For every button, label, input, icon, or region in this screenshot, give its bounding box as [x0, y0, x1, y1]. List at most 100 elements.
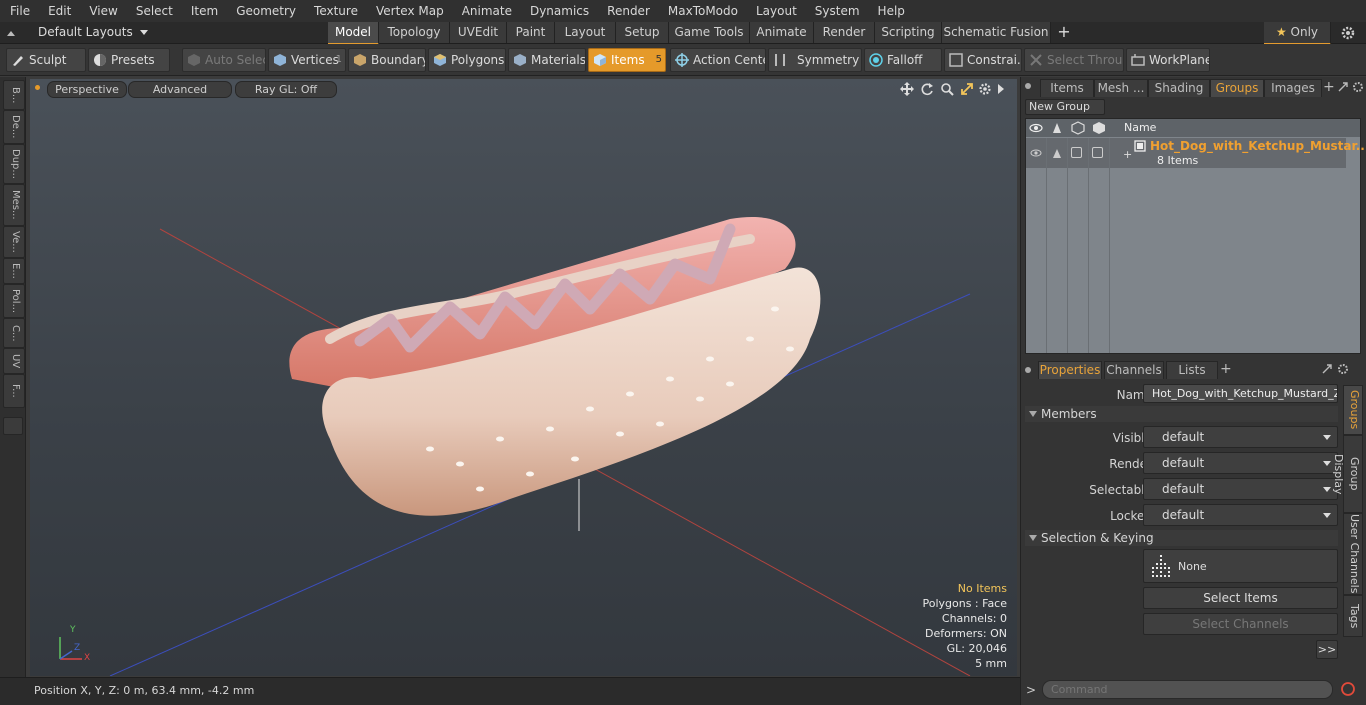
more-button[interactable]: >>	[1316, 640, 1338, 659]
side-tab-user-channels[interactable]: User Channels	[1343, 513, 1363, 595]
menu-edit[interactable]: Edit	[38, 0, 79, 22]
tab-channels[interactable]: Channels	[1104, 361, 1164, 379]
menu-geometry[interactable]: Geometry	[226, 0, 304, 22]
menu-select[interactable]: Select	[126, 0, 181, 22]
row-selectable-checkbox[interactable]	[1071, 147, 1082, 158]
tab-scripting[interactable]: Scripting	[875, 22, 942, 43]
side-tab-group-display[interactable]: Group Display	[1332, 435, 1363, 513]
group-name-field[interactable]: Hot_Dog_with_Ketchup_Mustard_Zigz	[1143, 384, 1338, 403]
visible-dropdown[interactable]: default	[1143, 426, 1338, 448]
left-tabs-toggle[interactable]	[3, 417, 23, 435]
tab-lists[interactable]: Lists	[1166, 361, 1218, 379]
items-button[interactable]: Items 5	[588, 48, 666, 72]
new-group-button[interactable]: New Group	[1025, 99, 1105, 115]
tab-layout[interactable]: Layout	[555, 22, 616, 43]
tab-game-tools[interactable]: Game Tools	[669, 22, 750, 43]
left-tab-duplicate[interactable]: Dup...	[3, 144, 25, 184]
boundary-button[interactable]: Boundary	[348, 48, 426, 72]
3d-viewport[interactable]: Perspective Advanced Ray GL: Off No Item…	[30, 79, 1017, 676]
action-center-button[interactable]: Action Center	[670, 48, 766, 72]
vertices-button[interactable]: Vertices 1	[268, 48, 346, 72]
record-icon[interactable]	[1340, 681, 1356, 697]
tab-schematic-fusion[interactable]: Schematic Fusion	[942, 22, 1051, 43]
select-through-button[interactable]: Select Through	[1024, 48, 1124, 72]
menu-render[interactable]: Render	[597, 0, 658, 22]
selectable-column-icon[interactable]	[1071, 121, 1085, 135]
tab-animate[interactable]: Animate	[750, 22, 814, 43]
tab-paint[interactable]: Paint	[507, 22, 555, 43]
presets-button[interactable]: Presets	[88, 48, 170, 72]
polygons-button[interactable]: Polygons	[428, 48, 506, 72]
side-tab-groups[interactable]: Groups	[1343, 385, 1363, 435]
members-section-header[interactable]: Members	[1025, 406, 1338, 422]
left-tab-deform[interactable]: De...	[3, 110, 25, 144]
falloff-button[interactable]: Falloff	[864, 48, 942, 72]
hot-dog-model[interactable]	[289, 217, 821, 516]
tab-model[interactable]: Model	[328, 22, 379, 45]
eye-column-icon[interactable]	[1029, 121, 1043, 135]
selection-keying-section-header[interactable]: Selection & Keying	[1025, 530, 1338, 546]
tab-uvedit[interactable]: UVEdit	[450, 22, 507, 43]
command-input[interactable]	[1042, 680, 1333, 699]
left-tab-basic[interactable]: B...	[3, 80, 25, 110]
menu-layout[interactable]: Layout	[746, 0, 805, 22]
left-tab-vertex[interactable]: Ve...	[3, 226, 25, 258]
tab-properties[interactable]: Properties	[1038, 361, 1102, 379]
tab-groups[interactable]: Groups	[1210, 79, 1264, 97]
add-tab-icon[interactable]: +	[1056, 23, 1072, 41]
left-tab-fusion[interactable]: F...	[3, 374, 25, 408]
select-channels-button[interactable]: Select Channels	[1143, 613, 1338, 635]
tab-images[interactable]: Images	[1264, 79, 1322, 97]
left-tab-polygon[interactable]: Pol...	[3, 284, 25, 318]
layout-selector[interactable]: Default Layouts	[38, 22, 148, 43]
menu-animate[interactable]: Animate	[452, 0, 520, 22]
locked-dropdown[interactable]: default	[1143, 504, 1338, 526]
menu-vertex-map[interactable]: Vertex Map	[366, 0, 452, 22]
panel-expand-icon[interactable]	[1338, 82, 1348, 92]
row-render-icon[interactable]	[1050, 146, 1064, 160]
tab-topology[interactable]: Topology	[379, 22, 450, 43]
none-selection-button[interactable]: None	[1143, 549, 1338, 583]
sculpt-button[interactable]: Sculpt	[6, 48, 86, 72]
lock-column-icon[interactable]	[1092, 121, 1106, 135]
selectable-dropdown[interactable]: default	[1143, 478, 1338, 500]
tab-render[interactable]: Render	[814, 22, 875, 43]
menu-dynamics[interactable]: Dynamics	[520, 0, 597, 22]
group-row[interactable]: + Hot_Dog_with_Ketchup_Mustar... 8 Items	[1026, 138, 1366, 168]
left-tab-uv[interactable]: UV	[3, 348, 25, 374]
workplane-button[interactable]: WorkPlane	[1126, 48, 1210, 72]
properties-menu-icon[interactable]	[1024, 364, 1032, 373]
menu-view[interactable]: View	[79, 0, 125, 22]
row-locked-checkbox[interactable]	[1092, 147, 1103, 158]
left-tab-curve[interactable]: C...	[3, 318, 25, 348]
tab-mesh[interactable]: Mesh ...	[1094, 79, 1148, 97]
menu-system[interactable]: System	[805, 0, 868, 22]
gear-icon[interactable]	[1340, 25, 1356, 41]
menu-item[interactable]: Item	[181, 0, 226, 22]
left-tab-edge[interactable]: E...	[3, 258, 25, 284]
panel-gear-icon[interactable]	[1352, 81, 1364, 93]
left-tab-mesh-edit[interactable]: Mes...	[3, 184, 25, 226]
materials-button[interactable]: Materials	[508, 48, 586, 72]
row-eye-icon[interactable]	[1029, 146, 1043, 160]
only-toggle[interactable]: ★ Only	[1264, 22, 1331, 45]
tab-setup[interactable]: Setup	[616, 22, 669, 43]
select-items-button[interactable]: Select Items	[1143, 587, 1338, 609]
side-tab-tags[interactable]: Tags	[1343, 595, 1363, 637]
tab-shading[interactable]: Shading	[1148, 79, 1210, 97]
menu-maxtomodo[interactable]: MaxToModo	[658, 0, 746, 22]
properties-expand-icon[interactable]	[1322, 364, 1332, 374]
auto-select-button[interactable]: Auto Select	[182, 48, 266, 72]
add-properties-tab-icon[interactable]: +	[1220, 361, 1232, 378]
constraints-button[interactable]: Constrai...	[944, 48, 1022, 72]
menu-file[interactable]: File	[0, 0, 38, 22]
menu-texture[interactable]: Texture	[304, 0, 366, 22]
panel-menu-icon[interactable]	[1024, 80, 1032, 89]
menu-help[interactable]: Help	[868, 0, 913, 22]
render-column-icon[interactable]	[1050, 121, 1064, 135]
symmetry-button[interactable]: Symmetry	[768, 48, 862, 72]
properties-gear-icon[interactable]	[1337, 363, 1349, 375]
tab-items[interactable]: Items	[1040, 79, 1094, 97]
add-panel-tab-icon[interactable]: +	[1323, 79, 1335, 96]
layout-collapse-icon[interactable]	[4, 26, 18, 40]
